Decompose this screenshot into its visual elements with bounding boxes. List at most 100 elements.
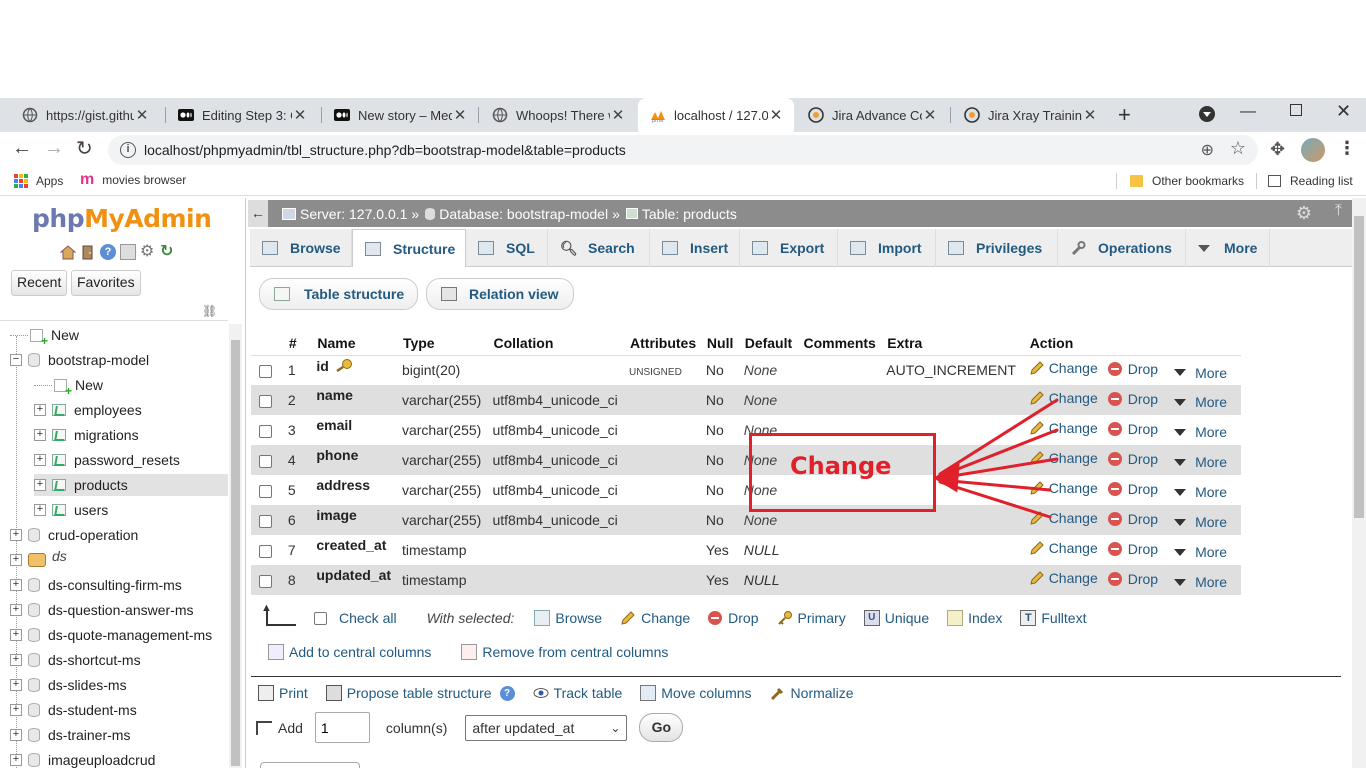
new-tab-icon[interactable]: +: [1118, 102, 1131, 128]
browser-tab[interactable]: Jira Xray Training ✕: [952, 98, 1108, 132]
more-button[interactable]: More: [1168, 484, 1227, 500]
expand-toggle-icon[interactable]: +: [34, 504, 46, 516]
browser-tab[interactable]: Editing Step 3: Ge ✕: [166, 98, 318, 132]
print-button[interactable]: Print: [258, 685, 308, 701]
sidebar-item-ds-trainer-ms[interactable]: + ds-trainer-ms: [10, 724, 130, 746]
tab-search-icon[interactable]: [1199, 106, 1215, 122]
browser-tab[interactable]: Whoops! There w ✕: [480, 98, 636, 132]
breadcrumb-database[interactable]: Database: bootstrap-model: [439, 206, 608, 222]
close-tab-icon[interactable]: ✕: [1082, 106, 1098, 124]
home-icon[interactable]: [59, 244, 77, 260]
extensions-icon[interactable]: ✥: [1270, 139, 1285, 160]
zoom-icon[interactable]: ⊕: [1201, 140, 1214, 160]
check-all-checkbox[interactable]: [314, 611, 327, 625]
browser-tab[interactable]: Jira Advance Cou ✕: [796, 98, 948, 132]
profile-avatar[interactable]: [1301, 138, 1325, 162]
change-button[interactable]: Change: [1029, 510, 1098, 526]
info-icon[interactable]: i: [120, 142, 136, 158]
expand-toggle-icon[interactable]: +: [10, 629, 22, 641]
expand-toggle-icon[interactable]: +: [10, 554, 22, 566]
col-header-default[interactable]: Default: [739, 331, 799, 356]
expand-toggle-icon[interactable]: −: [10, 354, 22, 366]
close-tab-icon[interactable]: ✕: [452, 106, 468, 124]
back-arrow-icon[interactable]: ←: [12, 137, 32, 160]
go-button[interactable]: Go: [639, 713, 684, 742]
ws-unique-button[interactable]: U Unique: [863, 610, 929, 626]
more-button[interactable]: More: [1168, 454, 1227, 470]
expand-toggle-icon[interactable]: +: [10, 654, 22, 666]
row-checkbox[interactable]: [259, 365, 272, 379]
sidebar-item-ds-slides-ms[interactable]: + ds-slides-ms: [10, 674, 127, 696]
phpmyadmin-logo[interactable]: phpMyAdmin: [32, 204, 212, 233]
drop-button[interactable]: Drop: [1107, 451, 1158, 467]
sidebar-item-migrations[interactable]: + migrations: [34, 424, 139, 446]
tab-insert[interactable]: Insert: [650, 229, 740, 267]
sidebar-item-ds-student-ms[interactable]: + ds-student-ms: [10, 699, 137, 721]
bookmark-other[interactable]: Other bookmarks: [1130, 174, 1244, 188]
add-central-columns-button[interactable]: Add to central columns: [268, 644, 431, 660]
settings-gear-icon[interactable]: ⚙: [1296, 203, 1312, 224]
expand-toggle-icon[interactable]: +: [34, 404, 46, 416]
sidebar-item-users[interactable]: + users: [34, 499, 108, 521]
field-name[interactable]: updated_at: [316, 567, 391, 583]
sidebar-item-ds-quote-management-ms[interactable]: + ds-quote-management-ms: [10, 624, 212, 646]
col-header-comments[interactable]: Comments: [798, 331, 883, 356]
reload-nav-icon[interactable]: ↻: [160, 244, 176, 260]
row-checkbox[interactable]: [259, 514, 272, 528]
expand-toggle-icon[interactable]: +: [10, 729, 22, 741]
add-column-count-input[interactable]: [314, 712, 370, 743]
field-name[interactable]: address: [316, 477, 370, 493]
help-icon[interactable]: ?: [499, 685, 515, 701]
change-button[interactable]: Change: [1029, 360, 1098, 376]
more-button[interactable]: More: [1168, 394, 1227, 410]
drop-button[interactable]: Drop: [1107, 391, 1158, 407]
help-icon[interactable]: ?: [100, 244, 116, 260]
page-scrollbar-thumb[interactable]: [1354, 216, 1364, 518]
settings-gear-icon[interactable]: ⚙: [140, 244, 156, 260]
bookmark-apps[interactable]: Apps: [14, 174, 63, 188]
tab-import[interactable]: Import: [838, 229, 936, 267]
expand-toggle-icon[interactable]: +: [10, 579, 22, 591]
more-button[interactable]: More: [1168, 544, 1227, 560]
row-checkbox[interactable]: [259, 544, 272, 558]
sidebar-item-ds-consulting-firm-ms[interactable]: + ds-consulting-firm-ms: [10, 574, 182, 596]
expand-toggle-icon[interactable]: +: [10, 704, 22, 716]
close-window-icon[interactable]: ✕: [1336, 101, 1351, 122]
close-tab-icon[interactable]: ✕: [610, 106, 626, 124]
drop-button[interactable]: Drop: [1107, 361, 1158, 377]
col-header-type[interactable]: Type: [397, 331, 489, 356]
expand-toggle-icon[interactable]: +: [10, 754, 22, 766]
star-icon[interactable]: ☆: [1230, 138, 1246, 159]
tab-more[interactable]: More: [1186, 229, 1270, 267]
minimize-icon[interactable]: —: [1240, 103, 1256, 121]
sidebar-item-new[interactable]: New: [34, 374, 103, 398]
collapse-icon[interactable]: ⤒: [1335, 202, 1342, 220]
docs-icon[interactable]: [120, 244, 136, 260]
tab-search[interactable]: 🔍︎ Search: [548, 229, 650, 267]
field-name[interactable]: image: [316, 507, 356, 523]
close-tab-icon[interactable]: ✕: [922, 106, 938, 124]
sidebar-item-new[interactable]: New: [10, 324, 79, 348]
expand-toggle-icon[interactable]: +: [10, 604, 22, 616]
browser-tab[interactable]: https://gist.githut ✕: [10, 98, 160, 132]
bookmark-movies-browser[interactable]: m movies browser: [80, 172, 186, 188]
ws-change-button[interactable]: Change: [620, 610, 690, 626]
close-tab-icon[interactable]: ✕: [292, 106, 308, 124]
table-structure-button[interactable]: Table structure: [259, 278, 418, 310]
browser-tab[interactable]: New story – Medi ✕: [322, 98, 478, 132]
row-checkbox[interactable]: [259, 454, 272, 468]
breadcrumb-server[interactable]: Server: 127.0.0.1: [300, 206, 407, 222]
more-button[interactable]: More: [1168, 574, 1227, 590]
expand-toggle-icon[interactable]: +: [34, 454, 46, 466]
track-table-button[interactable]: Track table: [533, 685, 622, 701]
sidebar-item-ds[interactable]: + ds: [10, 548, 67, 571]
ws-drop-button[interactable]: Drop: [708, 610, 759, 626]
field-name[interactable]: created_at: [316, 537, 386, 553]
sidebar-item-products[interactable]: + products: [34, 474, 228, 496]
col-header-attributes[interactable]: Attributes: [625, 331, 702, 356]
sidebar-item-bootstrap-model[interactable]: − bootstrap-model: [10, 349, 149, 371]
tab-browse[interactable]: Browse: [250, 229, 352, 267]
change-button[interactable]: Change: [1029, 390, 1098, 406]
drop-button[interactable]: Drop: [1107, 541, 1158, 557]
expand-toggle-icon[interactable]: +: [10, 679, 22, 691]
